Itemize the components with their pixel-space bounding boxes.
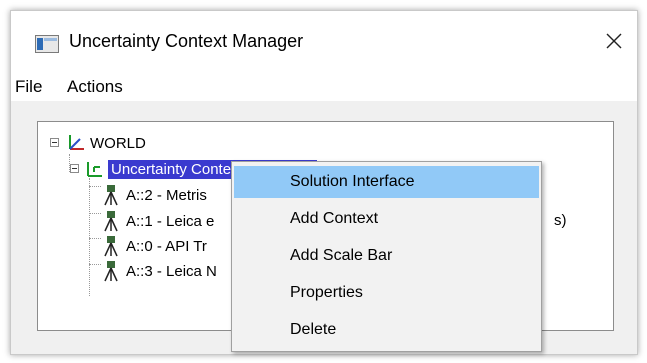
tree-item-instrument[interactable]: A::1 - Leica e: [102, 210, 214, 232]
tree-connector: [89, 238, 101, 239]
menu-item-properties[interactable]: Properties: [234, 277, 539, 309]
tree-connector: [89, 178, 90, 296]
tree-item-instrument[interactable]: A::2 - Metris: [102, 184, 207, 206]
menu-actions[interactable]: Actions: [67, 77, 123, 97]
tree-item-instrument[interactable]: A::3 - Leica N: [102, 260, 217, 282]
close-icon: [606, 33, 622, 49]
tree-connector: [89, 186, 101, 187]
menu-item-add-context[interactable]: Add Context: [234, 203, 539, 235]
menu-item-solution-interface[interactable]: Solution Interface: [234, 166, 539, 198]
tripod-icon: [104, 261, 118, 282]
menu-bar: File Actions: [11, 71, 637, 101]
tree-item-label: A::0 - API Tr: [126, 237, 207, 255]
menu-file[interactable]: File: [15, 77, 42, 97]
tree-item-label: A::2 - Metris: [126, 186, 207, 204]
window-title: Uncertainty Context Manager: [69, 31, 304, 51]
title-bar[interactable]: Uncertainty Context Manager: [11, 11, 637, 71]
tree-item-world[interactable]: WORLD: [66, 132, 146, 154]
network-icon: [87, 162, 102, 177]
axes-icon: [69, 135, 84, 150]
tripod-icon: [104, 211, 118, 232]
close-button[interactable]: [591, 21, 637, 61]
tripod-icon: [104, 185, 118, 206]
app-icon: [35, 35, 59, 53]
tree-item-label: A::3 - Leica N: [126, 262, 217, 280]
tree-connector: [89, 264, 101, 265]
tree-item-overflow-text: s): [554, 212, 567, 229]
menu-item-delete[interactable]: Delete: [234, 314, 539, 346]
tree-item-label: WORLD: [90, 134, 146, 152]
tree-item-label: A::1 - Leica e: [126, 212, 215, 230]
context-menu: Solution Interface Add Context Add Scale…: [231, 161, 542, 352]
tree-item-instrument[interactable]: A::0 - API Tr: [102, 235, 207, 257]
collapse-network-toggle[interactable]: [70, 164, 79, 173]
collapse-root-toggle[interactable]: [50, 138, 59, 147]
tripod-icon: [104, 236, 118, 257]
menu-item-add-scale-bar[interactable]: Add Scale Bar: [234, 240, 539, 272]
tree-connector: [89, 213, 101, 214]
